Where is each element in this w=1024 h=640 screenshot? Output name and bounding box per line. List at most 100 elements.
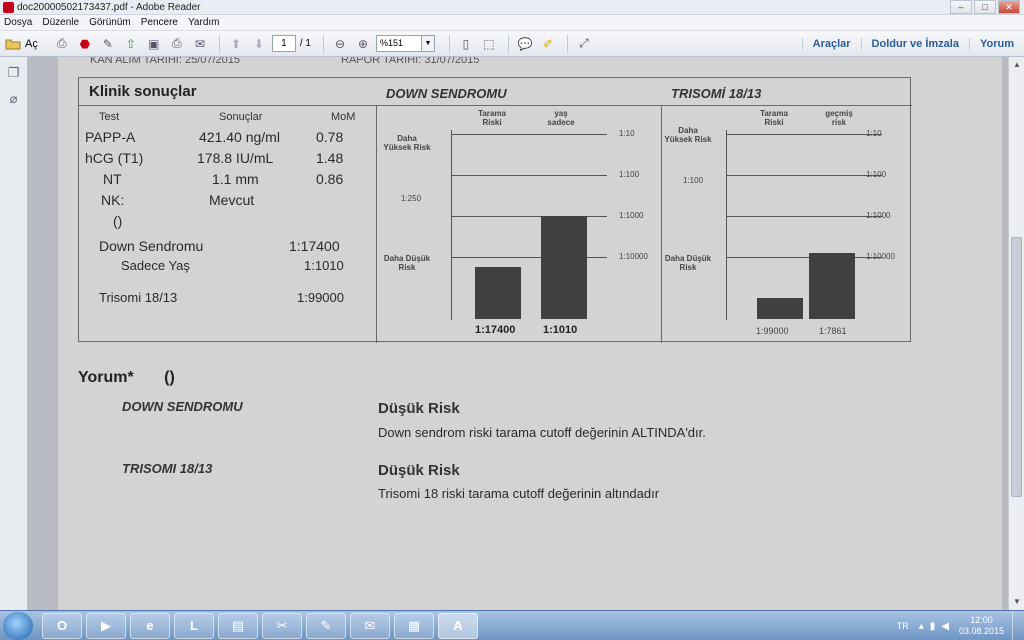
test-value: 1.1 mm: [212, 171, 259, 187]
trisomy-low-risk-label: Daha Düşük Risk: [664, 254, 712, 272]
down-chart-axis: [451, 130, 452, 320]
divider: [376, 105, 377, 343]
chart-gridline: [452, 175, 607, 176]
scroll-down-icon[interactable]: ▼: [1009, 594, 1024, 610]
edit-icon[interactable]: ✎: [98, 34, 118, 54]
show-desktop-button[interactable]: [1012, 611, 1024, 640]
volume-icon[interactable]: ◀: [941, 621, 949, 632]
menu-help[interactable]: Yardım: [188, 17, 220, 28]
page-total: / 1: [299, 38, 311, 49]
test-name: (): [113, 213, 123, 229]
network-icon[interactable]: ▮: [930, 621, 936, 632]
windows-taskbar: O ▶ e L ▤ ✂ ✎ ✉ ▦ A TR ▴ ▮ ◀ 12:00 03.08.2015: [0, 610, 1024, 640]
open-button[interactable]: Aç: [5, 37, 38, 50]
fit-page-icon[interactable]: ▯: [456, 34, 476, 54]
test-value: 178.8 IU/mL: [197, 150, 274, 166]
window-title: doc20000502173437.pdf - Adobe Reader: [17, 1, 201, 13]
clinical-results-box: Klinik sonuçlar Test Sonuçlar MoM PAPP-A…: [78, 77, 912, 343]
language-indicator[interactable]: TR: [897, 621, 909, 631]
scroll-thumb[interactable]: [1011, 237, 1022, 497]
taskbar-app-sticky-notes[interactable]: ▤: [218, 613, 258, 639]
taskbar-app-mail[interactable]: ✉: [350, 613, 390, 639]
trisomy-left-tick: 1:100: [683, 176, 704, 185]
system-tray: TR ▴ ▮ ◀ 12:00 03.08.2015: [897, 611, 1024, 640]
age-only-label: Sadece Yaş: [121, 258, 190, 273]
chart-tick-label: 1:10: [619, 129, 635, 138]
taskbar-app-journal[interactable]: ✎: [306, 613, 346, 639]
window-controls: – □ ✕: [950, 0, 1020, 14]
chart-gridline: [727, 134, 882, 135]
menu-view[interactable]: Görünüm: [89, 17, 131, 28]
start-button[interactable]: [3, 612, 33, 640]
page-number-input[interactable]: 1: [271, 35, 296, 52]
down-low-risk-label: Daha Düşük Risk: [383, 254, 431, 272]
clock[interactable]: 12:00 03.08.2015: [959, 615, 1004, 637]
attachment-icon[interactable]: ⌀: [6, 91, 22, 109]
create-pdf-icon[interactable]: ⎙: [52, 34, 72, 54]
test-name: NK:: [101, 192, 125, 208]
taskbar-app-internet-explorer[interactable]: e: [130, 613, 170, 639]
highlight-icon[interactable]: ✐: [538, 34, 558, 54]
chart-bar: [757, 297, 803, 319]
chart-gridline: [452, 134, 607, 135]
zoom-out-icon[interactable]: ⊖: [330, 34, 350, 54]
comment-risk: Düşük Risk: [378, 462, 460, 479]
comments-title-text: Yorum*: [78, 369, 134, 386]
chevron-down-icon[interactable]: ▼: [421, 35, 435, 52]
test-mom: 0.78: [316, 129, 344, 145]
chart-tick-label: 1:1000: [619, 211, 644, 220]
results-title: Klinik sonuçlar: [89, 83, 197, 100]
fullscreen-icon[interactable]: ⤢: [574, 34, 594, 54]
test-name: hCG (T1): [85, 150, 144, 166]
test-mom: 1.48: [316, 150, 344, 166]
save-icon[interactable]: ▣: [144, 34, 164, 54]
trisomy-bar-label: 1:99000: [756, 326, 789, 336]
tools-button[interactable]: Araçlar: [801, 38, 861, 50]
comment-button[interactable]: Yorum: [968, 38, 1024, 50]
convert-icon[interactable]: ⬣: [75, 34, 95, 54]
upload-icon[interactable]: ⇧: [121, 34, 141, 54]
down-bar-label: 1:1010: [543, 324, 578, 336]
comments-title: Yorum* (): [78, 369, 175, 387]
taskbar-app-snipping-tool[interactable]: ✂: [262, 613, 302, 639]
test-name: NT: [103, 171, 122, 187]
trisomy-col2-label: geçmiş risk: [825, 109, 853, 127]
col-header-test: Test: [99, 111, 120, 123]
scroll-up-icon[interactable]: ▲: [1009, 57, 1024, 73]
menu-file[interactable]: Dosya: [4, 17, 32, 28]
taskbar-app-adobe-reader[interactable]: A: [438, 613, 478, 639]
taskbar-app-explorer[interactable]: ▦: [394, 613, 434, 639]
folder-icon: [5, 39, 21, 50]
comment-icon[interactable]: 💬: [515, 34, 535, 54]
taskbar-app-lync[interactable]: L: [174, 613, 214, 639]
col-header-mom: MoM: [331, 111, 356, 123]
fill-sign-button[interactable]: Doldur ve İmzala: [860, 38, 969, 50]
chart-tick-label: 1:100: [619, 170, 640, 179]
toolbar-separator: [507, 34, 509, 53]
previous-page-icon[interactable]: ⬆: [226, 34, 246, 54]
chart-gridline: [727, 257, 882, 258]
maximize-button[interactable]: □: [974, 0, 996, 14]
zoom-input[interactable]: %151: [375, 35, 422, 52]
chart-tick-label: 1:10: [866, 129, 882, 138]
trisomy-bar-label: 1:7861: [819, 326, 847, 336]
vertical-scrollbar[interactable]: ▲ ▼: [1008, 57, 1024, 610]
trisomy-value: 1:99000: [297, 290, 344, 305]
print-icon[interactable]: ⎙: [167, 34, 187, 54]
taskbar-app-outlook[interactable]: O: [42, 613, 82, 639]
zoom-in-icon[interactable]: ⊕: [353, 34, 373, 54]
open-label: Aç: [25, 37, 38, 50]
tray-arrow-icon[interactable]: ▴: [919, 621, 924, 632]
age-only-value: 1:1010: [304, 258, 344, 273]
menu-edit[interactable]: Düzenle: [42, 17, 79, 28]
down-col2-label: yaş sadece: [547, 109, 575, 127]
email-icon[interactable]: ✉: [190, 34, 210, 54]
chart-tick-label: 1:1000: [866, 211, 891, 220]
pages-icon[interactable]: ❐: [6, 65, 22, 83]
next-page-icon[interactable]: ⬇: [249, 34, 269, 54]
minimize-button[interactable]: –: [950, 0, 972, 14]
fit-width-icon[interactable]: ⬚: [479, 34, 499, 54]
close-button[interactable]: ✕: [998, 0, 1020, 14]
taskbar-app-media-player[interactable]: ▶: [86, 613, 126, 639]
menu-window[interactable]: Pencere: [141, 17, 178, 28]
